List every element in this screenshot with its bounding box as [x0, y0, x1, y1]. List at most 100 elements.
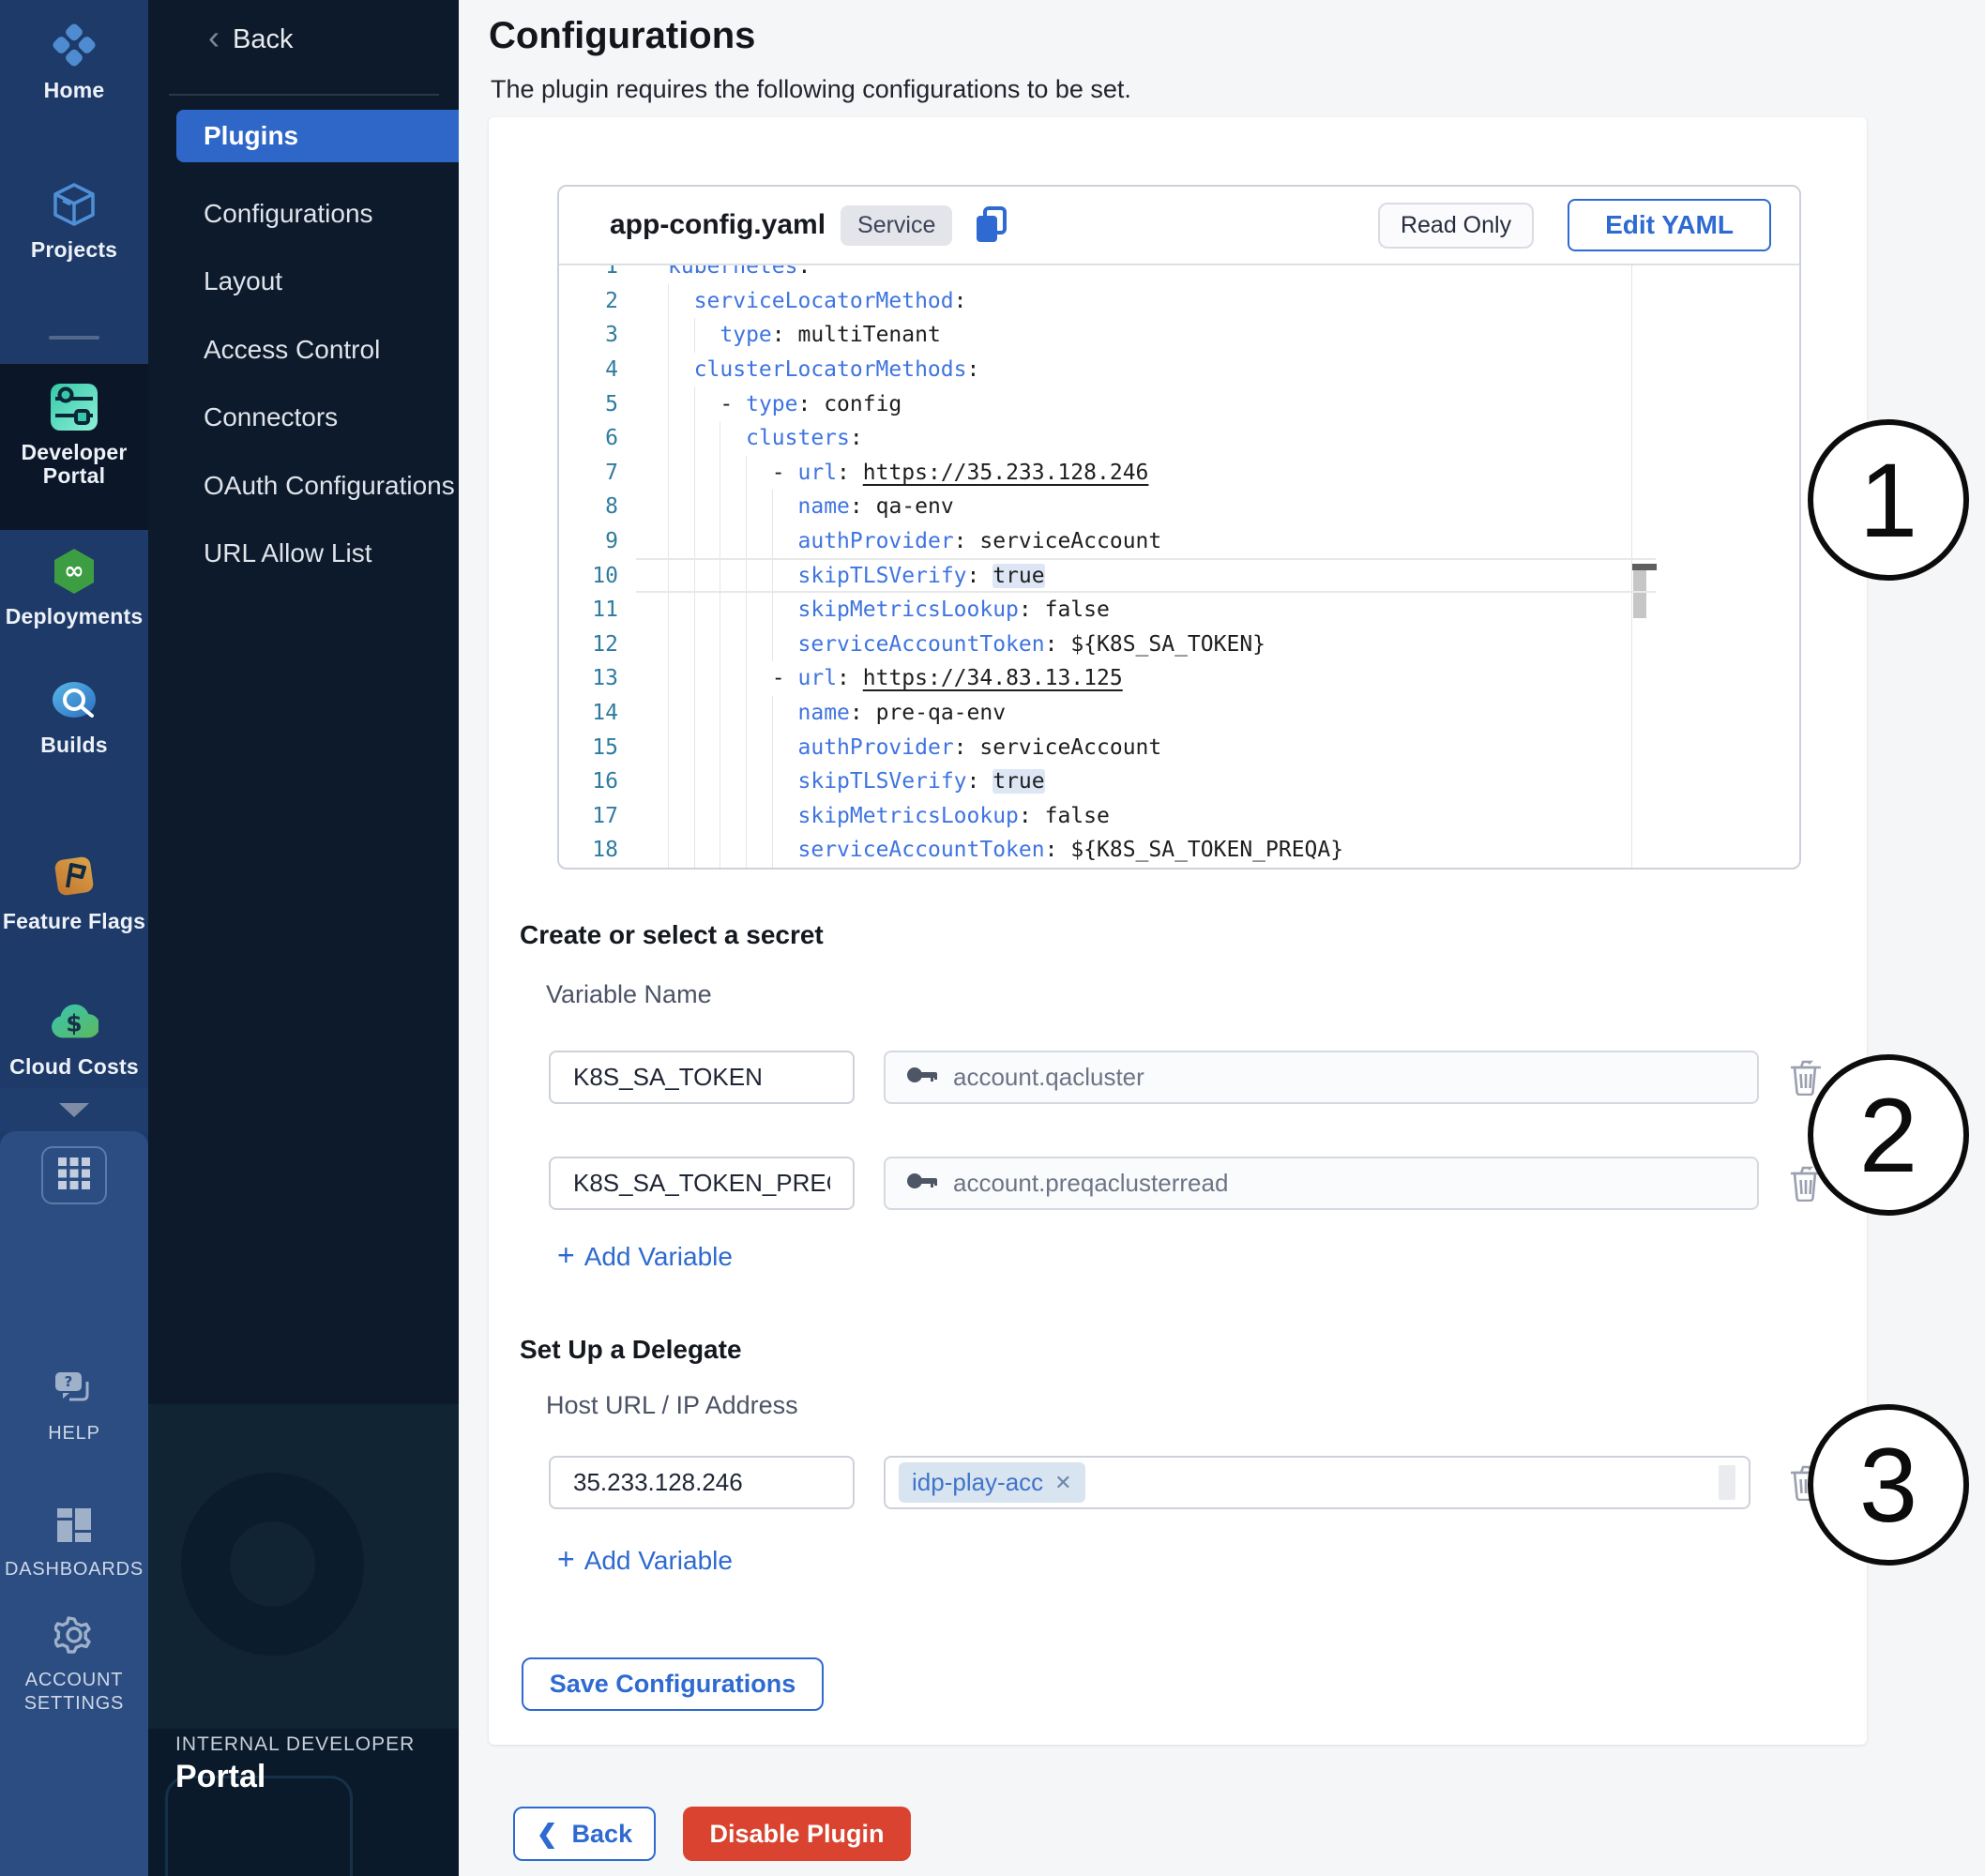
yaml-token-key: type [720, 323, 771, 347]
secondary-nav-item-configurations[interactable]: Configurations [148, 188, 459, 240]
yaml-token-value: : [850, 426, 863, 450]
back-button[interactable]: ❮ Back [513, 1807, 656, 1861]
secondary-nav-item-url-allow-list[interactable]: URL Allow List [148, 527, 459, 580]
yaml-token-value: : [1019, 598, 1045, 622]
sidebar-item-projects[interactable]: Projects [0, 180, 148, 261]
secret-selector[interactable]: account.qacluster [884, 1051, 1759, 1104]
yaml-token-value: : [797, 392, 824, 416]
yaml-token-value: ${K8S_SA_TOKEN_PREQA} [1070, 838, 1343, 862]
annotation-circle-3: 3 [1808, 1404, 1969, 1566]
back-nav-link[interactable]: ‹ Back [208, 23, 293, 56]
line-number: 7 [559, 461, 636, 485]
secondary-nav-item-connectors[interactable]: Connectors [148, 391, 459, 444]
editor-filename: app-config.yaml [610, 209, 826, 241]
annotation-circle-2: 2 [1808, 1054, 1969, 1216]
chevron-left-icon: ‹ [208, 21, 220, 54]
yaml-token-value: : [772, 323, 798, 347]
portal-footer-kicker: INTERNAL DEVELOPER [175, 1733, 415, 1756]
yaml-token-key: authProvider [798, 529, 954, 553]
sidebar-item-label: Feature Flags [3, 909, 145, 932]
read-only-badge: Read Only [1378, 203, 1534, 249]
delegate-heading: Set Up a Delegate [520, 1335, 742, 1365]
sidebar-item-cloud-costs[interactable]: $ Cloud Costs [0, 997, 148, 1078]
save-configurations-button[interactable]: Save Configurations [522, 1657, 824, 1711]
cloud-costs-icon: $ [50, 997, 98, 1046]
app-window: Home Projects DeveloperPortal ∞ Deploymen… [0, 0, 1985, 1876]
sidebar-item-feature-flags[interactable]: Feature Flags [0, 852, 148, 932]
trash-icon [1789, 1056, 1823, 1100]
sidebar-item-dashboards[interactable]: DASHBOARDS [0, 1506, 148, 1581]
main-content: Configurations The plugin requires the f… [459, 0, 1985, 1876]
add-variable-link-delegate[interactable]: + Add Variable [557, 1543, 733, 1578]
page-title: Configurations [489, 15, 755, 57]
harness-logo-icon [50, 21, 98, 69]
yaml-token-value: - [772, 461, 798, 485]
line-number: 5 [559, 392, 636, 416]
variable-name-input[interactable] [549, 1157, 855, 1210]
copy-icon[interactable] [975, 206, 1008, 244]
back-button-label: Back [572, 1820, 633, 1848]
yaml-token-value: : [954, 529, 980, 553]
yaml-token-value: true [992, 564, 1044, 588]
host-url-input[interactable] [549, 1456, 855, 1509]
line-number: 6 [559, 426, 636, 450]
secret-value: account.qacluster [953, 1063, 1144, 1092]
help-chat-icon: ? [53, 1370, 95, 1413]
chevron-down-icon [59, 1103, 89, 1117]
configurations-card: app-config.yaml Service Read Only Edit Y… [489, 117, 1867, 1745]
close-icon[interactable]: ✕ [1054, 1471, 1071, 1495]
service-badge: Service [841, 205, 952, 246]
editor-scrollbar-thumb[interactable] [1633, 564, 1646, 618]
secondary-nav-item-plugins[interactable]: Plugins [176, 110, 459, 162]
sidebar-item-help[interactable]: ? HELP [0, 1370, 148, 1445]
sidebar-bottom-panel: ? HELP DASHBOARDS ACCOUNTSETTINGS HM [0, 1131, 148, 1876]
nav-divider [49, 336, 99, 340]
yaml-code-area[interactable]: 1 kubernetes:2 serviceLocatorMethod:3 ty… [559, 265, 1799, 868]
yaml-line-2: 2 serviceLocatorMethod: [559, 284, 1799, 319]
yaml-token-key: clusterLocatorMethods [694, 357, 967, 382]
disable-plugin-button[interactable]: Disable Plugin [683, 1807, 911, 1861]
yaml-line-7: 7 - url: https://35.233.128.246 [559, 456, 1799, 491]
yaml-line-3: 3 type: multiTenant [559, 318, 1799, 353]
grid-icon [58, 1157, 90, 1194]
secondary-nav-item-oauth-configurations[interactable]: OAuth Configurations [148, 460, 459, 512]
sidebar-item-builds[interactable]: Builds [0, 675, 148, 756]
edit-yaml-button[interactable]: Edit YAML [1568, 199, 1771, 251]
yaml-line-6: 6 clusters: [559, 421, 1799, 456]
yaml-token-value: ${K8S_SA_TOKEN} [1070, 632, 1265, 657]
sidebar-item-developer-portal[interactable]: DeveloperPortal [0, 383, 148, 487]
secret-selector[interactable]: account.preqaclusterread [884, 1157, 1759, 1210]
portal-footer-title: Portal [175, 1759, 415, 1795]
decorative-ring [181, 1473, 364, 1656]
secondary-nav-divider [169, 94, 439, 96]
variable-name-input[interactable] [549, 1051, 855, 1104]
yaml-token-value: pre-qa-env [876, 701, 1006, 725]
secret-value: account.preqaclusterread [953, 1169, 1228, 1198]
yaml-token-key: authProvider [798, 735, 954, 760]
yaml-token-key: skipTLSVerify [798, 769, 967, 794]
sidebar-item-home[interactable]: Home [0, 21, 148, 101]
yaml-token-value: : [837, 461, 863, 485]
yaml-line-4: 4 clusterLocatorMethods: [559, 353, 1799, 387]
sidebar-collapse-chevron[interactable] [0, 1088, 148, 1131]
yaml-token-key: skipMetricsLookup [798, 804, 1019, 828]
yaml-line-14: 14 name: pre-qa-env [559, 696, 1799, 731]
yaml-token-value: : [954, 735, 980, 760]
developer-portal-icon [50, 383, 98, 431]
sidebar-item-account-settings[interactable]: ACCOUNTSETTINGS [0, 1615, 148, 1716]
yaml-token-key: serviceLocatorMethod [694, 289, 954, 313]
portal-footer: INTERNAL DEVELOPER Portal [175, 1733, 415, 1795]
delegate-tags-field[interactable]: idp-play-acc ✕ [884, 1456, 1750, 1509]
secondary-nav-item-layout[interactable]: Layout [148, 255, 459, 308]
yaml-token-value: : [797, 265, 811, 279]
line-number: 10 [559, 564, 636, 588]
variable-name-label: Variable Name [546, 980, 712, 1009]
yaml-token-key: serviceAccountToken [798, 838, 1045, 862]
secondary-nav-item-access-control[interactable]: Access Control [148, 324, 459, 376]
module-picker-button[interactable] [41, 1146, 107, 1204]
yaml-token-value: : [850, 701, 876, 725]
sidebar-item-deployments[interactable]: ∞ Deployments [0, 547, 148, 628]
line-number: 9 [559, 529, 636, 553]
svg-text:?: ? [65, 1373, 73, 1390]
add-variable-link-secrets[interactable]: + Add Variable [557, 1239, 733, 1274]
